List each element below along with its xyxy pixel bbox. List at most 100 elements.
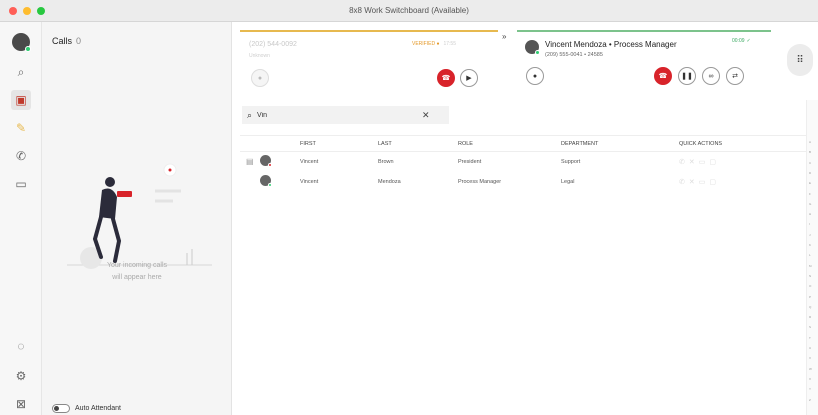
empty-state-line1: Your incoming calls (106, 262, 168, 269)
transfer-icon: ⇄ (732, 73, 738, 80)
index-letter[interactable]: S (809, 325, 811, 329)
index-letter[interactable]: F (809, 192, 811, 196)
index-letter[interactable]: H (809, 212, 811, 216)
caller-avatar (525, 40, 540, 55)
voicemail-button[interactable]: ∞ (702, 67, 720, 85)
resume-button[interactable]: ▶ (460, 69, 478, 87)
mic-icon: ● (257, 74, 263, 82)
index-letter[interactable]: G (809, 202, 811, 206)
mute-button[interactable]: ● (526, 67, 544, 85)
gear-icon[interactable]: ⚙ (11, 366, 31, 386)
cell-last: Brown (378, 158, 394, 165)
presence-dot (268, 183, 272, 187)
index-letter[interactable]: V (809, 356, 811, 360)
presence-dot (25, 46, 31, 52)
verified-badge: VERIFIED ● (412, 41, 440, 47)
column-first[interactable]: FIRST (300, 135, 378, 152)
caller-number: (202) 544-0092 (249, 41, 297, 48)
index-letter[interactable]: J (809, 233, 811, 237)
quick-actions[interactable]: ✆✕▭▢ (679, 172, 806, 192)
cell-first: Vincent (300, 158, 319, 165)
zoom-window-button[interactable] (37, 7, 45, 15)
index-letter[interactable]: K (809, 243, 811, 247)
index-letter[interactable]: U (809, 346, 811, 350)
index-letter[interactable]: L (809, 253, 811, 257)
phone-icon[interactable]: ✆ (11, 146, 31, 166)
clear-search-icon[interactable]: ✕ (422, 110, 430, 121)
auto-attendant-label: Auto Attendant (75, 405, 121, 412)
index-letter[interactable]: M (809, 264, 812, 268)
hangup-icon: ☎ (441, 75, 451, 82)
index-letter[interactable]: W (809, 367, 812, 371)
call-status: VERIFIED ● 17:55 (412, 41, 456, 47)
search-icon: ⌕ (247, 109, 253, 120)
index-letter[interactable]: Q (809, 305, 811, 309)
nav-rail: ⌕ ▣ ✎ ✆ ▭ ◌ ⚙ ⊠ (0, 22, 42, 415)
presence-dot (268, 163, 272, 168)
user-avatar[interactable] (12, 33, 31, 52)
index-letter[interactable]: O (809, 284, 811, 288)
gift-icon[interactable]: ⊠ (11, 394, 31, 414)
mute-button[interactable]: ● (251, 69, 269, 87)
column-quick-actions: QUICK ACTIONS (679, 135, 806, 152)
notes-icon[interactable]: ▤ (246, 157, 254, 166)
index-letter[interactable]: N (809, 274, 811, 278)
directory-table: FIRST LAST ROLE DEPARTMENT QUICK ACTIONS… (240, 135, 806, 192)
dialpad-button[interactable]: ⠿ (787, 44, 813, 76)
search-icon[interactable]: ⌕ (11, 62, 31, 82)
switchboard-icon[interactable]: ▣ (11, 90, 31, 110)
index-letter[interactable]: B (809, 150, 811, 154)
table-row[interactable]: Vincent Mendoza Process Manager Legal ✆✕… (240, 172, 806, 192)
cell-first: Vincent (300, 178, 319, 185)
transfer-button[interactable]: ⇄ (726, 67, 744, 85)
calls-panel: Calls 0 Your incoming calls will appear h… (42, 22, 232, 415)
column-last[interactable]: LAST (378, 135, 458, 152)
end-call-button[interactable]: ☎ (437, 69, 455, 87)
auto-attendant-toggle[interactable] (52, 404, 70, 413)
index-letter[interactable]: P (809, 295, 811, 299)
pending-call-card[interactable]: (202) 544-0092 Unknown VERIFIED ● 17:55 … (240, 30, 498, 95)
chat-icon[interactable]: ▭ (11, 174, 31, 194)
quick-actions[interactable]: ✆✕▭▢ (679, 152, 806, 172)
chevron-right-icon[interactable]: » (502, 32, 506, 41)
hangup-icon: ☎ (658, 73, 668, 80)
caller-detail: (209) 555-0041 • 24585 (545, 52, 603, 58)
end-call-button[interactable]: ☎ (654, 67, 672, 85)
contact-avatar (260, 175, 272, 187)
calls-header: Calls 0 (52, 36, 81, 46)
alphabet-index (806, 100, 818, 415)
cell-last: Mendoza (378, 178, 401, 185)
index-letter[interactable]: Z (809, 398, 811, 402)
column-department[interactable]: DEPARTMENT (561, 135, 679, 152)
dialpad-icon: ⠿ (796, 54, 804, 66)
index-letter[interactable]: E (809, 181, 811, 185)
close-window-button[interactable] (9, 7, 17, 15)
index-letter[interactable]: R (809, 315, 811, 319)
index-letter[interactable]: D (809, 171, 811, 175)
minimize-window-button[interactable] (23, 7, 31, 15)
window-title: 8x8 Work Switchboard (Available) (349, 6, 469, 15)
index-letter[interactable]: Y (809, 387, 811, 391)
call2-timer: 00:09 ✓ (732, 38, 751, 44)
hold-button[interactable]: ❚❚ (678, 67, 696, 85)
title-bar: 8x8 Work Switchboard (Available) (0, 0, 818, 22)
support-icon[interactable]: ◌ (11, 336, 31, 356)
index-letter[interactable]: C (809, 161, 811, 165)
empty-state-illustration (67, 163, 212, 269)
caller-subtitle: Unknown (249, 53, 270, 59)
calls-title: Calls (52, 36, 73, 46)
voicemail-icon: ∞ (708, 72, 714, 80)
active-call-card[interactable]: Vincent Mendoza • Process Manager (209) … (517, 30, 771, 95)
calls-count: 0 (76, 36, 82, 46)
index-letter[interactable]: T (809, 336, 811, 340)
table-row[interactable]: ▤ Vincent Brown President Support ✆✕▭▢ (240, 152, 806, 172)
pencil-icon[interactable]: ✎ (11, 118, 31, 138)
empty-state-line2: will appear here (112, 274, 162, 281)
pause-icon: ❚❚ (681, 73, 693, 80)
index-letter[interactable]: A (809, 140, 811, 144)
search-input[interactable] (257, 111, 418, 119)
column-role[interactable]: ROLE (458, 135, 561, 152)
mic-icon: ● (532, 72, 538, 80)
index-letter[interactable]: I (809, 222, 810, 226)
index-letter[interactable]: X (809, 377, 811, 381)
